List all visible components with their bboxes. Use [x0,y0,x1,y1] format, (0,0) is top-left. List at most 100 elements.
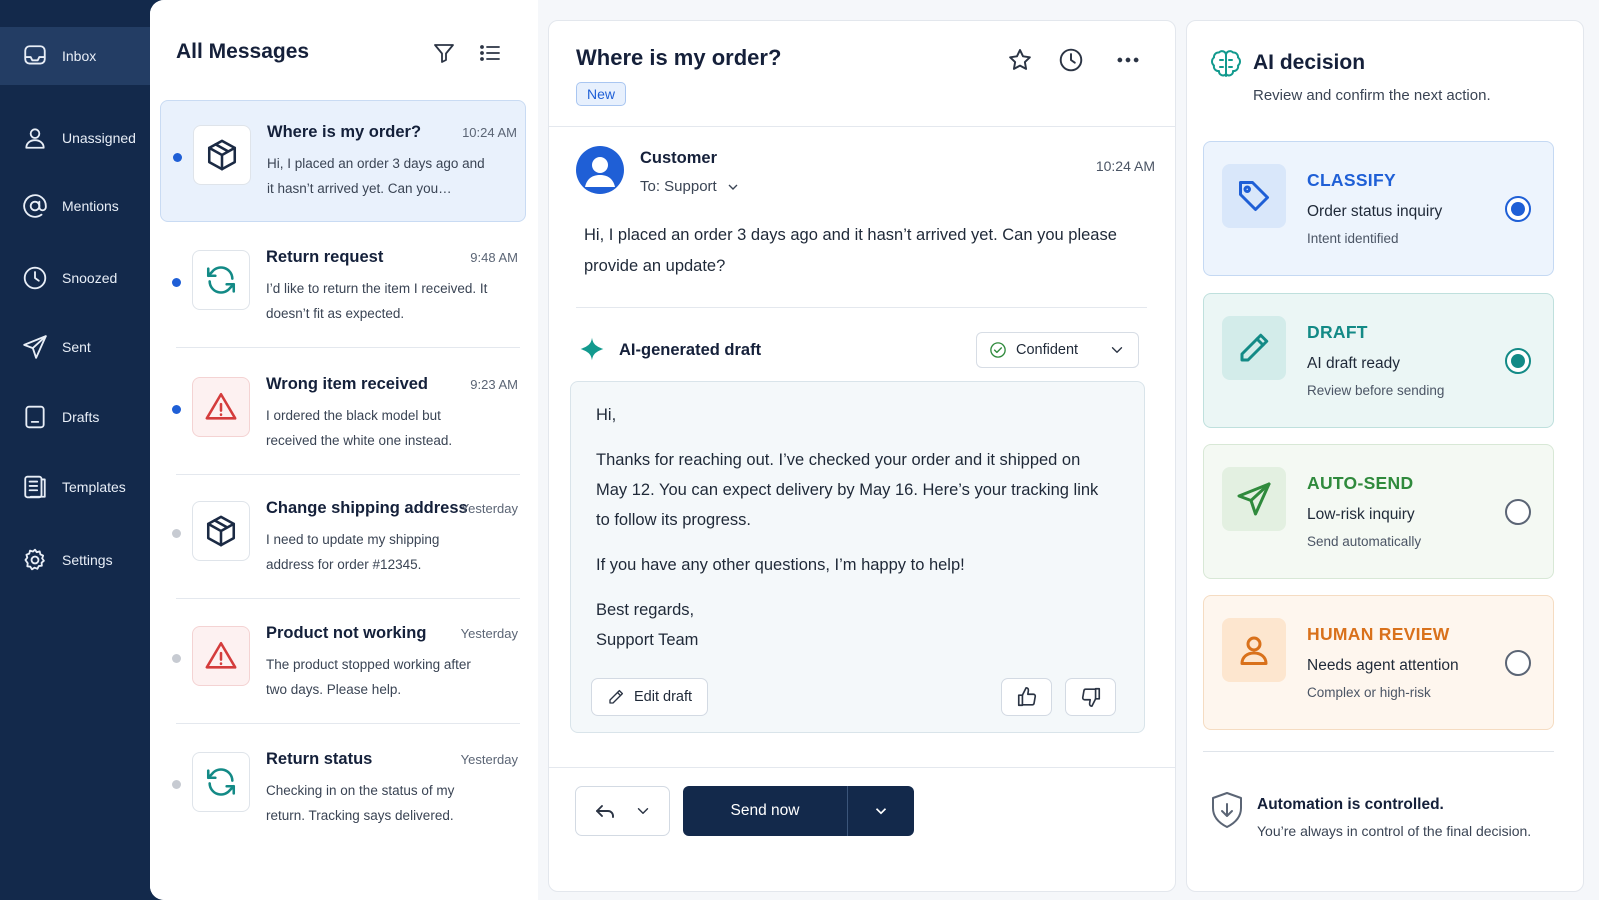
automation-control-subtitle: You’re always in control of the final de… [1257,823,1532,839]
message-preview: Hi, I placed an order 3 days ago and it … [267,156,485,196]
alert-triangle-icon [205,392,237,420]
draft-signoff: Best regards, [596,601,695,619]
message-time: Yesterday [460,626,518,641]
clock-icon [1059,48,1083,72]
ai-draft-box[interactable]: Hi, Thanks for reaching out. I’ve checke… [570,381,1145,733]
sidebar-item-drafts[interactable]: Drafts [0,388,150,446]
recipient-dropdown[interactable]: To: Support [640,178,741,195]
message-preview: I’d like to return the item I received. … [266,281,488,321]
option-label: AI draft ready [1307,355,1401,372]
message-item[interactable]: Product not working Yesterday The produc… [160,602,526,724]
message-preview: I need to update my shipping address for… [266,532,440,572]
unread-dot [172,405,181,414]
ai-panel-title: AI decision [1253,51,1366,74]
option-radio-selected[interactable] [1505,348,1531,374]
sidebar-item-unassigned[interactable]: Unassigned [0,109,150,167]
star-button[interactable] [1005,45,1035,75]
divider [576,307,1147,308]
sparkle-icon [580,337,604,361]
thumbs-down-button[interactable] [1065,678,1116,716]
edit-draft-label: Edit draft [634,689,693,705]
sidebar-item-label: Drafts [62,409,100,425]
option-heading: AUTO-SEND [1307,473,1414,493]
alert-triangle-icon [205,641,237,669]
option-radio[interactable] [1505,650,1531,676]
sidebar-item-settings[interactable]: Settings [0,531,150,589]
sidebar-item-snoozed[interactable]: Snoozed [0,249,150,307]
message-avatar [192,250,250,310]
option-radio-selected[interactable] [1505,196,1531,222]
sidebar-item-templates[interactable]: Templates [0,458,150,516]
option-note: Complex or high-risk [1307,685,1431,700]
message-item[interactable]: Return status Yesterday Checking in on t… [160,728,526,850]
message-avatar [192,501,250,561]
message-list-panel: All Messages Where is my order? 10:24 AM… [150,0,538,900]
unread-dot [173,153,182,162]
status-badge: New [576,82,627,106]
send-icon [1237,482,1271,516]
message-avatar [192,752,250,812]
conversation-title: Where is my order? [576,45,782,70]
sidebar-item-label: Inbox [62,48,97,64]
message-preview: I ordered the black model but received t… [266,408,453,448]
send-options-toggle[interactable] [848,802,914,820]
thumbs-up-icon [1017,687,1036,707]
message-item[interactable]: Return request 9:48 AM I’d like to retur… [160,226,526,348]
message-item-selected[interactable]: Where is my order? 10:24 AM Hi, I placed… [160,100,526,222]
message-item[interactable]: Wrong item received 9:23 AM I ordered th… [160,353,526,475]
draft-text: Hi, Thanks for reaching out. I’ve checke… [596,400,1116,655]
chevron-down-icon [638,808,649,814]
message-item[interactable]: Change shipping address Yesterday I need… [160,477,526,599]
filter-button[interactable] [431,40,457,66]
chevron-down-icon [728,184,738,190]
message-subject: Change shipping address [266,499,468,517]
sidebar-item-label: Mentions [62,198,119,214]
recipient-label: To: Support [640,178,717,195]
sort-button[interactable] [477,40,503,66]
customer-message-body: Hi, I placed an order 3 days ago and it … [584,226,1117,275]
decision-option-classify[interactable]: CLASSIFY Order status inquiry Intent ide… [1203,141,1554,276]
sender-name: Customer [640,149,718,167]
sidebar-item-label: Snoozed [62,270,118,286]
message-preview: Checking in on the status of my return. … [266,783,455,823]
send-icon [20,332,50,362]
reply-options-button[interactable] [575,786,670,836]
confidence-dropdown[interactable]: Confident [976,332,1139,368]
brain-icon [1211,50,1241,77]
user-icon [20,123,50,153]
check-circle-icon [990,342,1006,358]
option-radio[interactable] [1505,499,1531,525]
draft-signature: Support Team [596,631,699,649]
sidebar-item-inbox[interactable]: Inbox [0,27,150,85]
decision-option-auto-send[interactable]: AUTO-SEND Low-risk inquiry Send automati… [1203,444,1554,579]
option-note: Intent identified [1307,231,1399,246]
message-time: Yesterday [460,752,518,767]
chevron-down-icon [1111,347,1123,353]
gear-icon [20,545,50,575]
read-dot [172,529,181,538]
ai-panel-subtitle: Review and confirm the next action. [1253,87,1491,104]
snooze-button[interactable] [1056,45,1086,75]
templates-icon [20,472,50,502]
more-button[interactable] [1113,45,1143,75]
divider [1203,751,1554,752]
message-avatar [192,626,250,686]
send-now-button[interactable]: Send now [683,786,914,836]
message-subject: Product not working [266,624,427,642]
draft-paragraph: Thanks for reaching out. I’ve checked yo… [596,451,1099,529]
thumbs-up-button[interactable] [1001,678,1052,716]
sidebar-item-sent[interactable]: Sent [0,318,150,376]
ai-decision-panel: AI decision Review and confirm the next … [1186,20,1584,892]
tag-icon [1239,181,1269,211]
option-label: Needs agent attention [1307,657,1459,674]
sidebar-item-mentions[interactable]: Mentions [0,177,150,235]
decision-option-draft[interactable]: DRAFT AI draft ready Review before sendi… [1203,293,1554,428]
message-preview: The product stopped working after two da… [266,657,471,697]
option-icon-box [1222,618,1286,682]
divider [549,126,1175,127]
refresh-icon [206,768,236,796]
decision-option-human-review[interactable]: HUMAN REVIEW Needs agent attention Compl… [1203,595,1554,730]
edit-draft-button[interactable]: Edit draft [591,678,709,716]
option-heading: HUMAN REVIEW [1307,624,1450,644]
read-dot [172,654,181,663]
